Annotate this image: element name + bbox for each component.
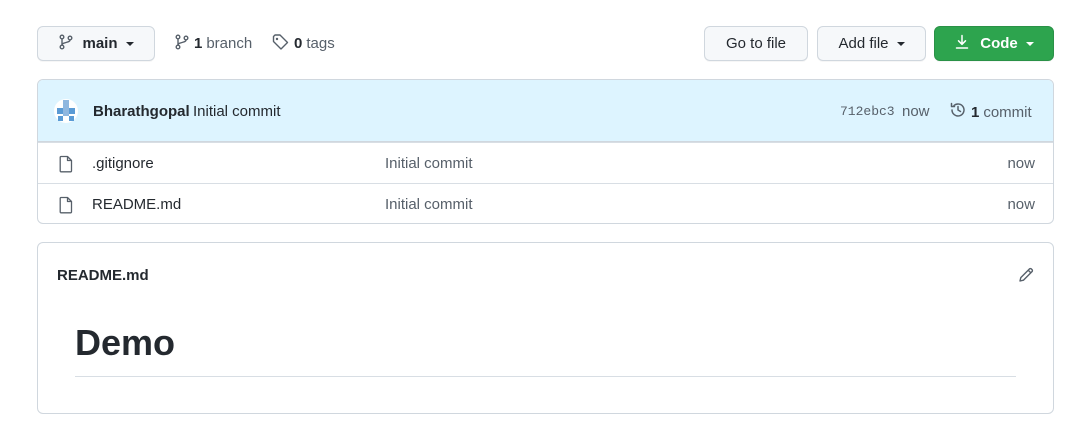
file-name[interactable]: README.md (92, 196, 181, 213)
readme-filename[interactable]: README.md (57, 267, 149, 284)
tag-count: 0 (294, 35, 303, 52)
readme-panel: README.md Demo (37, 242, 1054, 414)
history-icon (949, 101, 967, 123)
file-row: README.md Initial commit now (38, 183, 1053, 223)
heading-divider (75, 376, 1016, 377)
code-button[interactable]: Code (934, 26, 1054, 61)
branches-link[interactable]: 1 branch (174, 26, 252, 61)
chevron-down-icon (125, 41, 134, 46)
file-age: now (1007, 155, 1035, 172)
file-row: .gitignore Initial commit now (38, 142, 1053, 183)
add-file-label: Add file (838, 35, 889, 52)
commit-history-link[interactable]: 1 commit (949, 101, 1032, 123)
file-commit-message[interactable]: Initial commit (385, 196, 473, 213)
commit-count: 1 (971, 103, 980, 121)
file-list: Bharathgopal Initial commit 712ebc3 now … (37, 79, 1054, 224)
git-branch-icon (174, 34, 190, 54)
commit-time: now (902, 103, 930, 120)
git-branch-icon (58, 34, 74, 54)
file-commit-message[interactable]: Initial commit (385, 155, 473, 172)
branch-word: branch (206, 35, 253, 52)
commit-message[interactable]: Initial commit (193, 103, 281, 120)
code-label: Code (980, 35, 1018, 52)
commit-author[interactable]: Bharathgopal (93, 103, 190, 120)
branch-count: 1 (194, 35, 203, 52)
tag-icon (272, 33, 290, 54)
commit-word: commit (983, 103, 1032, 121)
file-name[interactable]: .gitignore (92, 155, 154, 172)
tag-word: tags (306, 35, 335, 52)
chevron-down-icon (896, 41, 905, 46)
pencil-icon[interactable] (1017, 266, 1035, 287)
download-icon (954, 34, 970, 54)
commit-sha[interactable]: 712ebc3 (840, 104, 895, 119)
repo-toolbar: main 1 branch 0 tags Go to file Add file… (37, 26, 1054, 61)
branch-select-button[interactable]: main (37, 26, 155, 61)
chevron-down-icon (1025, 41, 1034, 46)
latest-commit-bar: Bharathgopal Initial commit 712ebc3 now … (38, 80, 1053, 142)
branch-name: main (82, 35, 118, 52)
avatar[interactable] (54, 99, 78, 123)
file-icon (58, 196, 74, 217)
file-age: now (1007, 196, 1035, 213)
file-icon (58, 155, 74, 176)
readme-heading: Demo (75, 322, 176, 363)
add-file-button[interactable]: Add file (817, 26, 926, 61)
go-to-file-button[interactable]: Go to file (704, 26, 808, 61)
tags-link[interactable]: 0 tags (272, 26, 335, 61)
